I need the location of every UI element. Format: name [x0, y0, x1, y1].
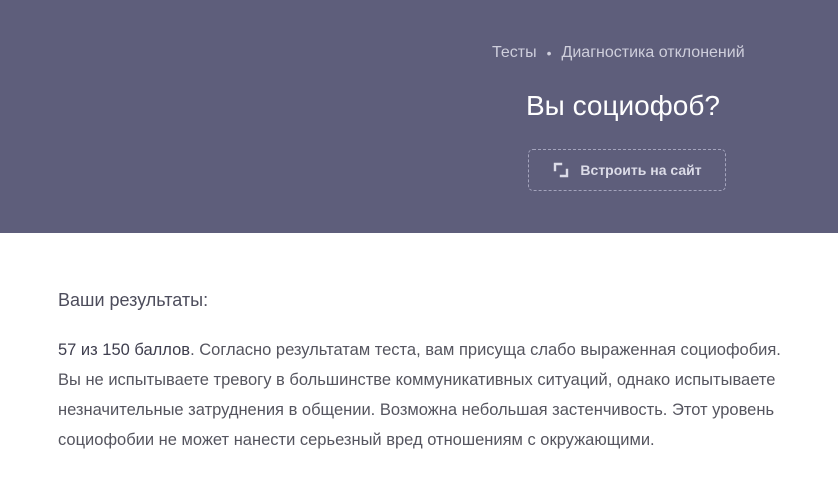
embed-icon — [552, 161, 570, 179]
embed-button[interactable]: Встроить на сайт — [528, 149, 726, 191]
breadcrumb: Тесты • Диагностика отклонений — [492, 44, 745, 62]
page-title: Вы социофоб? — [526, 90, 720, 121]
page-header: Тесты • Диагностика отклонений Вы социоф… — [0, 0, 838, 233]
results-heading: Ваши результаты: — [58, 290, 209, 310]
results-description: 57 из 150 баллов. Согласно результатам т… — [58, 335, 798, 455]
embed-button-label: Встроить на сайт — [580, 162, 702, 178]
breadcrumb-diagnostics-link[interactable]: Диагностика отклонений — [562, 44, 745, 62]
results-score: 57 из 150 баллов — [58, 341, 191, 359]
breadcrumb-separator: • — [546, 45, 552, 61]
results-section: Ваши результаты: 57 из 150 баллов. Согла… — [58, 290, 798, 455]
breadcrumb-tests-link[interactable]: Тесты — [492, 44, 537, 62]
